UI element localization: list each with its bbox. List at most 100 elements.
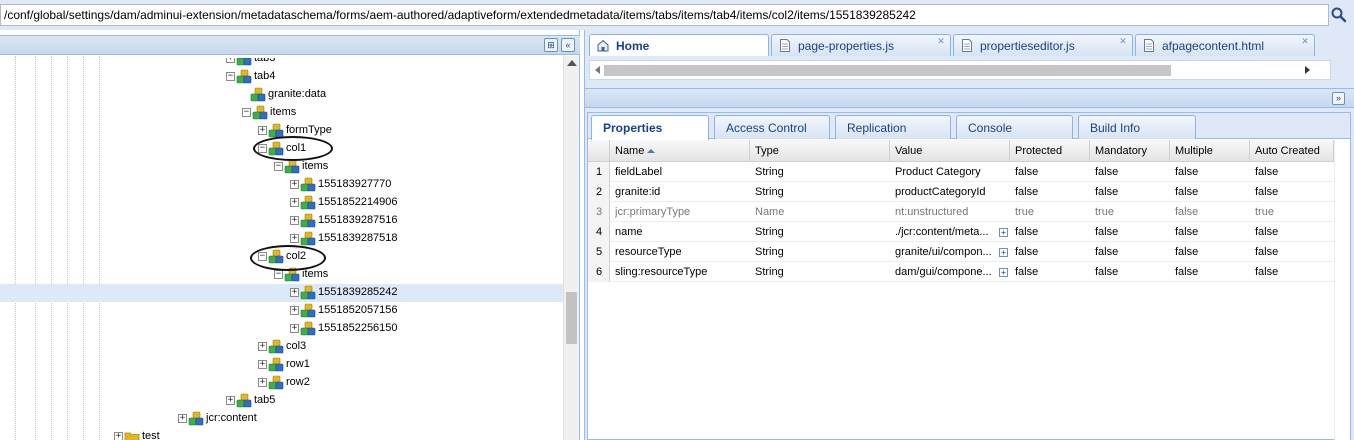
properties-tab[interactable]: Console [956, 115, 1073, 139]
tree-node[interactable]: + tab3 [0, 58, 563, 68]
tree-node[interactable]: + tab5 [0, 392, 563, 410]
editor-tab[interactable]: propertieseditor.js ✕ [953, 34, 1133, 56]
tree-node[interactable]: +1551839287516 [0, 212, 563, 230]
grid-column-header[interactable]: Multiple [1170, 140, 1250, 162]
expand-value-icon[interactable]: + [999, 228, 1008, 237]
editor-scroll-thumb[interactable] [604, 65, 1171, 76]
collapse-left-icon[interactable]: « [561, 38, 575, 52]
properties-grid: Name Type Value Protected Mandatory Multiple A… [588, 140, 1350, 440]
expand-toggle-icon[interactable]: + [258, 126, 267, 135]
collapse-down-icon[interactable]: » [1332, 92, 1345, 105]
grid-column-label: Name [615, 145, 656, 157]
expand-toggle-icon[interactable]: + [290, 180, 299, 189]
collapse-toggle-icon[interactable]: − [226, 72, 235, 81]
tree-node-label: col1 [286, 142, 307, 154]
row-number: 4 [588, 222, 610, 242]
tree-node[interactable]: + formType [0, 122, 563, 140]
properties-tab[interactable]: Build Info [1078, 115, 1196, 139]
node-icon [268, 249, 284, 265]
tree-node[interactable]: + jcr:content [0, 410, 563, 428]
node-icon [268, 339, 284, 355]
expand-toggle-icon[interactable]: + [226, 396, 235, 405]
expand-toggle-icon[interactable]: + [290, 288, 299, 297]
tree-node[interactable]: + col3 [0, 338, 563, 356]
grid-vertical-scrollbar[interactable] [1334, 140, 1350, 440]
properties-tab[interactable]: Access Control [714, 115, 830, 139]
tree-node[interactable]: − items [0, 104, 563, 122]
tree-node[interactable]: + row1 [0, 356, 563, 374]
expand-toggle-icon[interactable]: + [226, 58, 235, 63]
editor-tab[interactable]: Home [589, 34, 769, 56]
tree-node[interactable]: + row2 [0, 374, 563, 392]
collapse-toggle-icon[interactable]: − [274, 162, 283, 171]
expand-toggle-icon[interactable]: + [258, 342, 267, 351]
grid-column-header[interactable]: Auto Created [1250, 140, 1334, 162]
tree-node-label: test [142, 430, 160, 440]
table-row[interactable]: 5 resourceType String granite/ui/compon... +… [588, 242, 1334, 262]
tree-options-icon[interactable]: ⊞ [544, 38, 558, 52]
tree-scroll-thumb[interactable] [566, 292, 577, 344]
table-row[interactable]: 4 name String ./jcr:content/meta... + false fa… [588, 222, 1334, 242]
expand-value-icon[interactable]: + [999, 248, 1008, 257]
tree-node[interactable]: − items [0, 158, 563, 176]
grid-column-label: Type [755, 145, 779, 157]
expand-toggle-icon[interactable]: + [290, 198, 299, 207]
tree-node-label: tab4 [254, 70, 276, 82]
tree-node-label: tab5 [254, 394, 276, 406]
scroll-right-arrow-icon[interactable] [1305, 66, 1310, 74]
tree-node[interactable]: +155183927770 [0, 176, 563, 194]
collapse-toggle-icon[interactable]: − [274, 270, 283, 279]
expand-toggle-icon[interactable]: + [290, 234, 299, 243]
editor-tab[interactable]: afpagecontent.html ✕ [1135, 34, 1315, 56]
tree-vertical-scrollbar[interactable] [563, 56, 579, 440]
node-icon [300, 285, 316, 301]
table-row[interactable]: 2 granite:id String productCategoryId false f… [588, 182, 1334, 202]
tree-node-label: 1551852214906 [318, 196, 398, 208]
tree-node[interactable]: +1551852057156 [0, 302, 563, 320]
grid-column-header[interactable]: Type [750, 140, 890, 162]
grid-column-header[interactable]: Name [610, 140, 750, 162]
editor-tab[interactable]: page-properties.js ✕ [771, 34, 951, 56]
expand-toggle-icon[interactable]: + [114, 432, 123, 440]
scroll-up-arrow-icon[interactable] [567, 60, 577, 66]
expand-value-icon[interactable]: + [999, 268, 1008, 277]
properties-tab[interactable]: Replication [835, 115, 951, 139]
tree-node[interactable]: +1551852214906 [0, 194, 563, 212]
expand-toggle-icon[interactable]: + [258, 360, 267, 369]
tree-node[interactable]: +1551852256150 [0, 320, 563, 338]
table-row[interactable]: 6 sling:resourceType String dam/gui/compone… [588, 262, 1334, 282]
collapse-toggle-icon[interactable]: − [258, 252, 267, 261]
collapse-toggle-icon[interactable]: − [242, 108, 251, 117]
expand-toggle-icon[interactable]: + [290, 216, 299, 225]
tree-node[interactable]: +1551839287518 [0, 230, 563, 248]
editor-horizontal-scrollbar[interactable] [589, 60, 1331, 80]
tree-node-label: tab3 [254, 58, 276, 64]
table-row[interactable]: 1 fieldLabel String Product Category false fa… [588, 162, 1334, 182]
tree-node[interactable]: − col2 [0, 248, 563, 266]
collapse-toggle-icon[interactable]: − [258, 144, 267, 153]
close-tab-icon[interactable]: ✕ [936, 36, 946, 46]
tree-node[interactable]: granite:data [0, 86, 563, 104]
expand-toggle-icon[interactable]: + [290, 324, 299, 333]
expand-toggle-icon[interactable]: + [258, 378, 267, 387]
tree-node[interactable]: − col1 [0, 140, 563, 158]
properties-tab[interactable]: Properties [591, 115, 709, 140]
table-cell-name: fieldLabel [615, 166, 663, 178]
tree-node-label: formType [286, 124, 332, 136]
table-cell-protected: true [1015, 206, 1034, 218]
expand-toggle-icon[interactable]: + [178, 414, 187, 423]
grid-column-header[interactable]: Protected [1010, 140, 1090, 162]
close-tab-icon[interactable]: ✕ [1118, 36, 1128, 46]
search-icon[interactable] [1330, 6, 1348, 24]
tree-node[interactable]: − items [0, 266, 563, 284]
path-input[interactable]: /conf/global/settings/dam/adminui-extens… [0, 4, 1329, 26]
grid-column-header[interactable]: Value [890, 140, 1010, 162]
table-row[interactable]: 3 jcr:primaryType Name nt:unstructured true t… [588, 202, 1334, 222]
expand-toggle-icon[interactable]: + [290, 306, 299, 315]
tree-node[interactable]: + test [0, 428, 563, 440]
tree-node[interactable]: − tab4 [0, 68, 563, 86]
tree-node[interactable]: +1551839285242 [0, 284, 563, 302]
scroll-left-arrow-icon[interactable] [595, 66, 600, 74]
grid-column-header[interactable]: Mandatory [1090, 140, 1170, 162]
close-tab-icon[interactable]: ✕ [1300, 36, 1310, 46]
